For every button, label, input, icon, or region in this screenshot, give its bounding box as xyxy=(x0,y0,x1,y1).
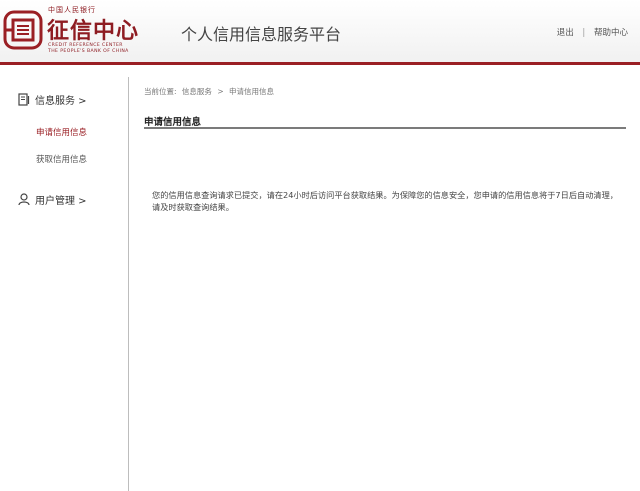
help-center-link[interactable]: 帮助中心 xyxy=(594,28,628,38)
section-title: 申请信用信息 xyxy=(144,117,202,128)
sidebar-item-get-credit-info[interactable]: 获取信用信息 xyxy=(36,153,87,165)
nav-group-info-service[interactable]: 信息服务 > xyxy=(18,92,87,107)
submission-message: 您的信用信息查询请求已提交，请在24小时后访问平台获取结果。为保障您的信息安全，… xyxy=(152,190,618,212)
logo-english-line1: CREDIT REFERENCE CENTER xyxy=(48,43,123,48)
sidebar-item-apply-credit-info[interactable]: 申请信用信息 xyxy=(36,126,87,138)
top-links: 退出 | 帮助中心 xyxy=(557,26,628,38)
link-separator: | xyxy=(582,28,586,38)
breadcrumb-info-service[interactable]: 信息服务 xyxy=(182,87,212,96)
platform-title: 个人信用信息服务平台 xyxy=(181,25,342,44)
nav-group-user-management-label: 用户管理 > xyxy=(35,196,87,207)
logout-link[interactable]: 退出 xyxy=(557,28,574,38)
nav-group-info-service-label: 信息服务 > xyxy=(35,96,87,107)
document-icon xyxy=(18,93,30,106)
breadcrumb-prefix: 当前位置: xyxy=(144,87,177,96)
credit-center-emblem-icon xyxy=(3,10,43,50)
section-title-divider xyxy=(144,127,626,129)
header: 中国人民银行 征信中心 CREDIT REFERENCE CENTER THE … xyxy=(0,0,640,62)
breadcrumb-separator: > xyxy=(217,87,224,96)
breadcrumb-current: 申请信用信息 xyxy=(229,87,274,96)
user-icon xyxy=(18,193,30,206)
sidebar-divider xyxy=(128,77,129,491)
credit-center-logo[interactable]: 中国人民银行 征信中心 CREDIT REFERENCE CENTER THE … xyxy=(3,3,143,59)
breadcrumb: 当前位置: 信息服务 > 申请信用信息 xyxy=(144,86,277,97)
logo-english-line2: THE PEOPLE'S BANK OF CHINA xyxy=(48,49,129,54)
nav-group-user-management[interactable]: 用户管理 > xyxy=(18,192,87,207)
logo-name: 征信中心 xyxy=(47,18,140,44)
